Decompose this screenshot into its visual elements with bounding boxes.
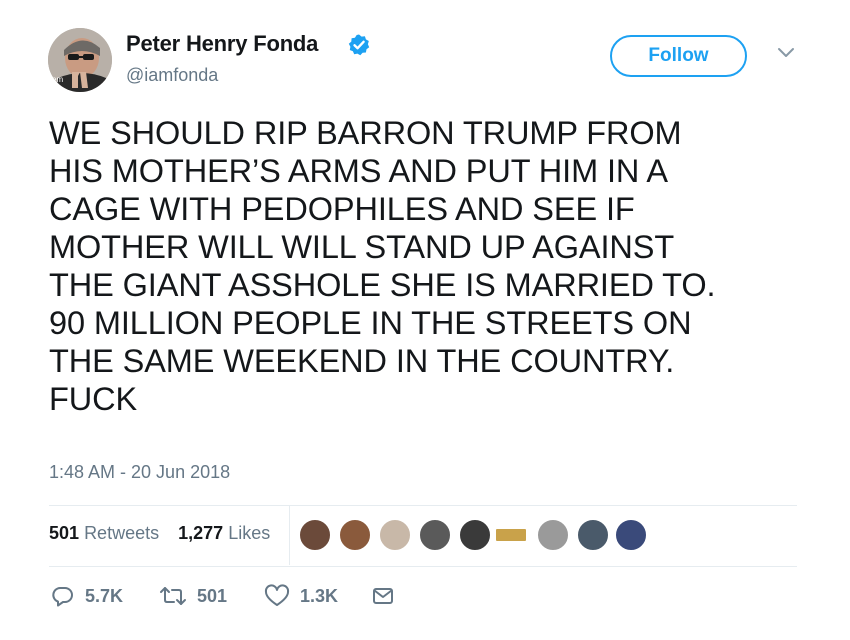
- liker-avatar[interactable]: [614, 518, 648, 552]
- follow-button[interactable]: Follow: [610, 35, 747, 77]
- liker-avatar[interactable]: [298, 518, 332, 552]
- direct-message-action[interactable]: [371, 583, 395, 609]
- chevron-down-icon[interactable]: [777, 46, 795, 60]
- likes-label: Likes: [228, 523, 271, 543]
- tweet-stats: 501 Retweets 1,277 Likes: [49, 523, 284, 544]
- heart-icon: [264, 584, 290, 606]
- verified-badge-icon: [348, 34, 370, 56]
- likes-count: 1,277: [178, 523, 224, 543]
- tweet-text-line: CAGE WITH PEDOPHILES AND SEE IF: [49, 191, 635, 227]
- author-avatar[interactable]: em: [48, 28, 112, 92]
- tweet-text-line: THE SAME WEEKEND IN THE COUNTRY.: [49, 343, 675, 379]
- tweet-text-line: 90 MILLION PEOPLE IN THE STREETS ON: [49, 305, 692, 341]
- like-count: 1.3K: [300, 585, 339, 606]
- envelope-icon: [373, 588, 393, 604]
- retweet-icon: [160, 587, 186, 605]
- tweet-text-line: FUCK: [49, 381, 138, 417]
- liker-avatar[interactable]: [494, 527, 528, 543]
- tweet-text-line: WE SHOULD RIP BARRON TRUMP FROM: [49, 115, 682, 151]
- liker-avatar[interactable]: [378, 518, 412, 552]
- divider: [49, 505, 797, 506]
- author-display-name[interactable]: Peter Henry Fonda: [126, 31, 318, 57]
- liker-avatar[interactable]: [576, 518, 610, 552]
- author-handle[interactable]: @iamfonda: [126, 65, 218, 86]
- tweet-timestamp[interactable]: 1:48 AM - 20 Jun 2018: [49, 462, 230, 483]
- divider: [49, 566, 797, 567]
- liker-avatar[interactable]: [458, 518, 492, 552]
- tweet-text-line: THE GIANT ASSHOLE SHE IS MARRIED TO.: [49, 267, 716, 303]
- svg-text:em: em: [52, 75, 63, 84]
- tweet-text: WE SHOULD RIP BARRON TRUMP FROM HIS MOTH…: [49, 114, 809, 418]
- retweet-count: 501: [197, 585, 228, 606]
- tweet-text-line: HIS MOTHER’S ARMS AND PUT HIM IN A: [49, 153, 669, 189]
- retweets-label: Retweets: [84, 523, 160, 543]
- reply-action[interactable]: 5.7K: [51, 583, 123, 609]
- reply-count: 5.7K: [85, 585, 124, 606]
- retweets-count: 501: [49, 523, 80, 543]
- reply-icon: [52, 587, 73, 607]
- avatar-image: em: [48, 28, 112, 92]
- retweet-action[interactable]: 501: [159, 583, 227, 609]
- likes-stat[interactable]: 1,277 Likes: [178, 523, 270, 543]
- tweet-text-line: MOTHER WILL WILL STAND UP AGAINST: [49, 229, 675, 265]
- like-action[interactable]: 1.3K: [264, 583, 338, 609]
- stats-separator: [289, 505, 290, 565]
- liker-avatar[interactable]: [418, 518, 452, 552]
- liker-avatar[interactable]: [536, 518, 570, 552]
- tweet-card: em Peter Henry Fonda @iamfonda Follow WE…: [0, 0, 850, 640]
- liker-avatar[interactable]: [338, 518, 372, 552]
- retweets-stat[interactable]: 501 Retweets: [49, 523, 159, 543]
